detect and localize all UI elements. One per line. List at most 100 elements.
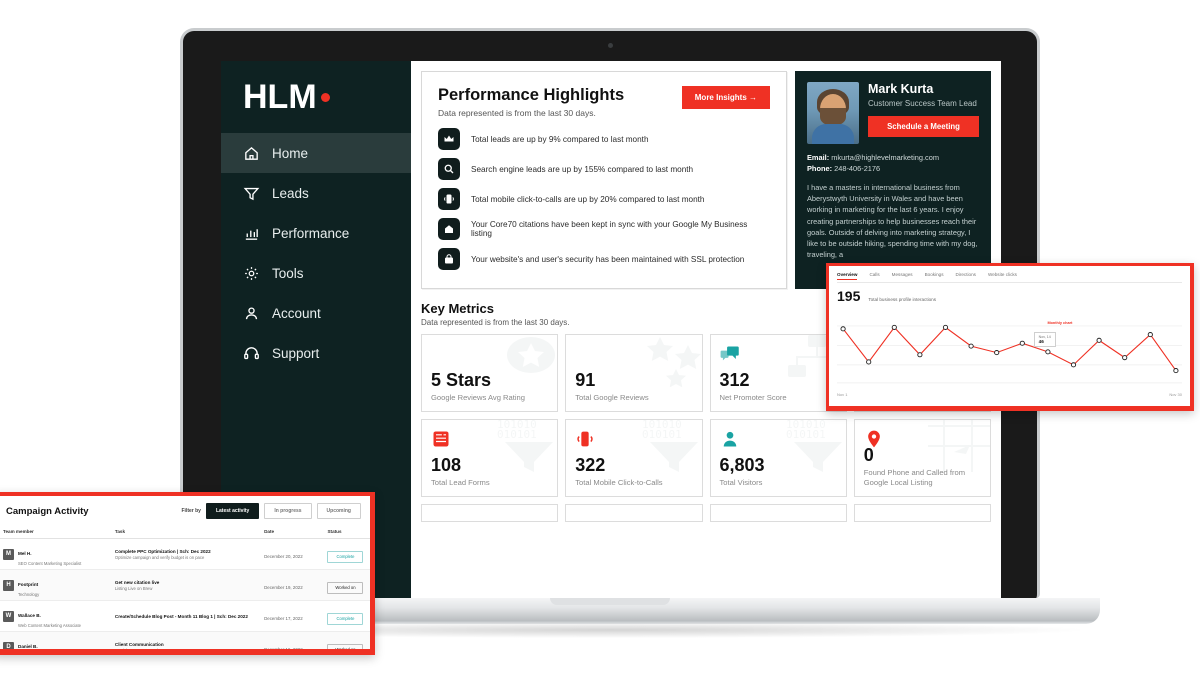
sidebar-item-tools[interactable]: Tools <box>221 253 411 293</box>
svg-text:010101: 010101 <box>497 428 537 441</box>
tab-directions[interactable]: Directions <box>956 272 976 280</box>
phone-value[interactable]: 248-406-2176 <box>834 164 880 173</box>
metric-label: Total Lead Forms <box>431 477 490 487</box>
highlights-header: Performance Highlights Data represented … <box>438 86 770 118</box>
cell-date: December 17, 2022 <box>258 600 322 632</box>
profile-top: Mark Kurta Customer Success Team Lead Sc… <box>807 82 979 144</box>
status-badge: Worked on <box>327 581 364 594</box>
mobile-click-icon <box>575 429 595 449</box>
tab-calls[interactable]: Calls <box>869 272 879 280</box>
chart-svg <box>837 324 1182 384</box>
avatar: W <box>3 610 14 622</box>
sidebar-item-label: Leads <box>272 185 309 201</box>
crown-icon <box>438 128 460 150</box>
filter-in-progress-button[interactable]: In progress <box>264 503 312 519</box>
status-badge: Complete <box>327 612 364 625</box>
bar-chart-icon <box>243 225 260 242</box>
column-header-team-member: Team member <box>0 525 109 539</box>
task-description: Optimize campaign and verify budget is o… <box>114 554 205 560</box>
avatar: M <box>3 548 14 560</box>
highlights-list: Total leads are up by 9% compared to las… <box>438 128 770 270</box>
highlight-text: Total leads are up by 9% compared to las… <box>471 134 649 144</box>
filter-latest-activity-button[interactable]: Latest activity <box>205 503 260 519</box>
metric-card[interactable]: 91 Total Google Reviews <box>565 334 703 412</box>
metric-label: Total Visitors <box>719 477 763 487</box>
table-row[interactable]: H Footprint Technology Get new citation liv… <box>0 569 370 601</box>
lock-icon <box>438 248 460 270</box>
mobile-click-icon <box>438 188 460 210</box>
filter-upcoming-button[interactable]: Upcoming <box>316 503 361 519</box>
metric-card[interactable]: 101010 010101 322 Total Mobile Click-to-C… <box>565 419 703 497</box>
sidebar-item-label: Home <box>272 145 309 161</box>
table-row[interactable]: M Mel H. SEO Content Marketing Specialist C… <box>0 538 370 570</box>
chat-icon <box>720 344 740 364</box>
page-title: Performance Highlights <box>438 86 625 104</box>
svg-text:010101: 010101 <box>642 428 682 441</box>
metric-label: Net Promoter Score <box>719 392 787 402</box>
tab-bookings[interactable]: Bookings <box>925 272 944 280</box>
table-row[interactable]: DDaniel B.Lead - Revenue OperationsClien… <box>0 631 370 649</box>
metric-card-partial[interactable] <box>421 504 559 522</box>
email-value[interactable]: mkurta@highlevelmarketing.com <box>831 153 939 162</box>
task-date: December 16, 2022 <box>264 647 303 649</box>
highlight-text: Search engine leads are up by 155% compa… <box>471 164 694 174</box>
webcam-icon <box>608 43 613 48</box>
campaign-table: Team member Task Date Status M Mel H. SEO … <box>0 525 370 649</box>
metric-card-partial[interactable] <box>565 504 703 522</box>
cell-status: Complete <box>321 600 370 632</box>
avatar: H <box>3 579 14 591</box>
cell-task: Get new citation live Listing Live on Bre… <box>108 569 259 601</box>
stars-watermark-icon <box>636 335 702 388</box>
filter-label: Filter by <box>181 508 201 514</box>
task-name: Complete PPC Optimization | Sch: Dec 202… <box>114 548 211 554</box>
schedule-meeting-button[interactable]: Schedule a Meeting <box>868 116 979 138</box>
metric-label: Total Mobile Click-to-Calls <box>575 477 663 487</box>
sidebar-item-support[interactable]: Support <box>221 333 411 373</box>
highlight-item: Total leads are up by 9% compared to las… <box>438 128 770 150</box>
svg-text:010101: 010101 <box>786 428 826 441</box>
metric-label: Google Reviews Avg Rating <box>431 392 525 402</box>
metric-label: Total Google Reviews <box>575 392 649 402</box>
column-header-date: Date <box>258 525 322 539</box>
highlight-text: Your website's and user's security has b… <box>471 254 745 264</box>
cell-team-member: H Footprint Technology <box>0 569 109 601</box>
column-header-task: Task <box>108 525 259 539</box>
tab-overview[interactable]: Overview <box>837 272 858 280</box>
chart-x-axis: Nov 1 Nov 30 <box>837 392 1182 397</box>
metric-card[interactable]: 5 Stars Google Reviews Avg Rating <box>421 334 559 412</box>
highlight-text: Total mobile click-to-calls are up by 20… <box>471 194 705 204</box>
avatar: D <box>3 641 14 649</box>
task-description: Listing Live on Brew <box>114 585 153 591</box>
sidebar-item-home[interactable]: Home <box>221 133 411 173</box>
campaign-filters: Filter by Latest activity In progress Up… <box>181 503 361 519</box>
metric-card-partial[interactable] <box>853 504 991 522</box>
member-role: SEO Content Marketing Specialist <box>18 561 82 566</box>
avatar <box>807 82 859 144</box>
top-row: Performance Highlights Data represented … <box>421 71 991 289</box>
home-icon <box>243 145 260 162</box>
business-profile-chart-overlay: Overview Calls Messages Bookings Directi… <box>826 263 1194 411</box>
chart-annotation: Monthly chart <box>1047 321 1073 326</box>
status-badge: Complete <box>327 550 364 563</box>
tab-messages[interactable]: Messages <box>892 272 913 280</box>
home-badge-icon <box>438 218 460 240</box>
cell-team-member: M Mel H. SEO Content Marketing Specialist <box>0 538 109 570</box>
sidebar-item-account[interactable]: Account <box>221 293 411 333</box>
cell-task: Create/Schedule Blog Post - Month 11 Blo… <box>108 600 259 632</box>
more-insights-button[interactable]: More Insights → <box>681 86 770 109</box>
visitor-icon <box>720 429 740 449</box>
sidebar-item-leads[interactable]: Leads <box>221 173 411 213</box>
cell-date: December 16, 2022 <box>258 631 322 649</box>
metric-card[interactable]: 101010 010101 108 Total Lead Forms <box>421 419 559 497</box>
sidebar-item-label: Performance <box>272 225 350 241</box>
metric-card[interactable]: 101010 010101 6,803 Total Visitors <box>709 419 847 497</box>
metric-card-partial[interactable] <box>709 504 847 522</box>
member-role: Web Content Marketing Associate <box>18 623 82 628</box>
table-row[interactable]: W Wallace B. Web Content Marketing Associa… <box>0 600 370 632</box>
tab-website-clicks[interactable]: Website clicks <box>988 272 1017 280</box>
sidebar-item-performance[interactable]: Performance <box>221 213 411 253</box>
pin-icon <box>864 429 884 449</box>
tooltip-value: 46 <box>1038 339 1044 345</box>
metric-card[interactable]: 0 Found Phone and Called from Google Loc… <box>853 419 991 497</box>
profile-role: Customer Success Team Lead <box>868 99 977 108</box>
